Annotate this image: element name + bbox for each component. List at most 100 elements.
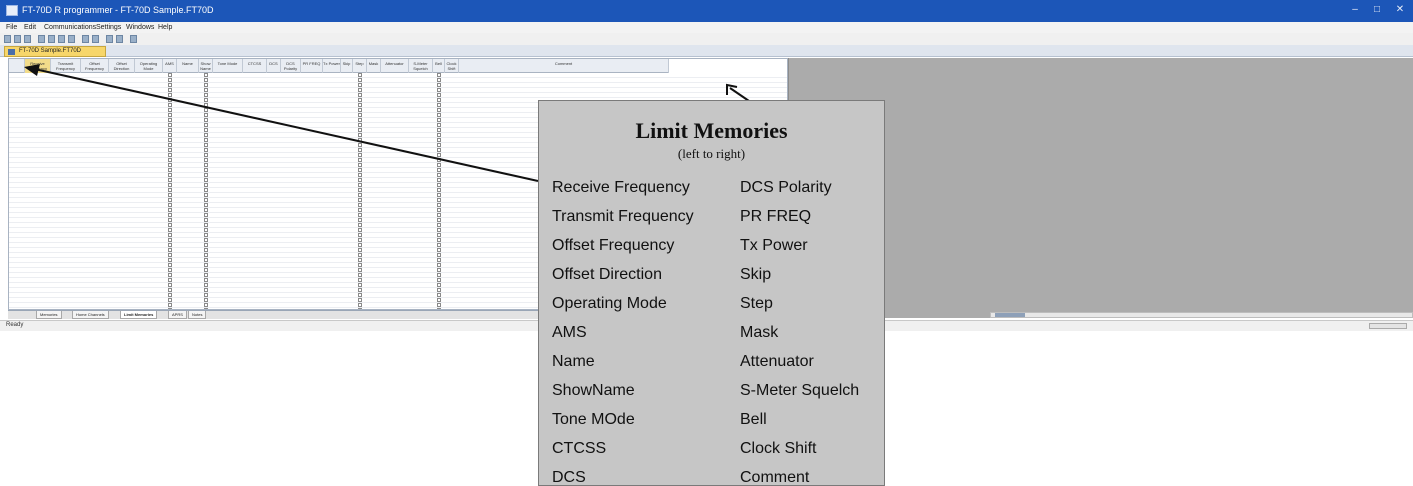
replace-icon[interactable] — [116, 35, 123, 43]
row-checkbox[interactable] — [168, 193, 172, 197]
row-checkbox[interactable] — [204, 248, 208, 252]
row-checkbox[interactable] — [204, 78, 208, 82]
row-checkbox[interactable] — [358, 178, 362, 182]
row-checkbox[interactable] — [168, 303, 172, 307]
column-header[interactable]: Offset Direction — [109, 59, 135, 73]
row-checkbox[interactable] — [168, 143, 172, 147]
row-checkbox[interactable] — [437, 213, 441, 217]
row-checkbox[interactable] — [358, 203, 362, 207]
menu-edit[interactable]: Edit — [24, 22, 36, 33]
row-checkbox[interactable] — [358, 283, 362, 287]
row-checkbox[interactable] — [204, 253, 208, 257]
row-checkbox[interactable] — [437, 288, 441, 292]
row-checkbox[interactable] — [168, 298, 172, 302]
sheet-tab-notes[interactable]: Notes — [188, 311, 207, 319]
row-checkbox[interactable] — [168, 213, 172, 217]
row-checkbox[interactable] — [168, 173, 172, 177]
row-checkbox[interactable] — [358, 293, 362, 297]
row-checkbox[interactable] — [168, 128, 172, 132]
row-checkbox[interactable] — [358, 103, 362, 107]
row-checkbox[interactable] — [437, 168, 441, 172]
row-checkbox[interactable] — [168, 178, 172, 182]
row-checkbox[interactable] — [358, 243, 362, 247]
row-checkbox[interactable] — [168, 153, 172, 157]
row-checkbox[interactable] — [437, 133, 441, 137]
row-checkbox[interactable] — [168, 203, 172, 207]
find-icon[interactable] — [106, 35, 113, 43]
row-checkbox[interactable] — [437, 223, 441, 227]
row-checkbox[interactable] — [437, 143, 441, 147]
row-checkbox[interactable] — [168, 283, 172, 287]
row-checkbox[interactable] — [204, 133, 208, 137]
row-checkbox[interactable] — [204, 258, 208, 262]
row-checkbox[interactable] — [204, 93, 208, 97]
row-checkbox[interactable] — [204, 168, 208, 172]
row-checkbox[interactable] — [358, 88, 362, 92]
row-checkbox[interactable] — [204, 268, 208, 272]
row-checkbox[interactable] — [204, 233, 208, 237]
row-checkbox[interactable] — [358, 258, 362, 262]
row-checkbox[interactable] — [437, 183, 441, 187]
row-checkbox[interactable] — [168, 253, 172, 257]
row-checkbox[interactable] — [168, 133, 172, 137]
row-checkbox[interactable] — [358, 183, 362, 187]
row-checkbox[interactable] — [168, 123, 172, 127]
row-checkbox[interactable] — [168, 188, 172, 192]
row-checkbox[interactable] — [204, 153, 208, 157]
row-checkbox[interactable] — [204, 273, 208, 277]
row-checkbox[interactable] — [204, 213, 208, 217]
row-checkbox[interactable] — [168, 158, 172, 162]
row-checkbox[interactable] — [204, 98, 208, 102]
row-checkbox[interactable] — [168, 108, 172, 112]
row-checkbox[interactable] — [168, 183, 172, 187]
row-checkbox[interactable] — [168, 118, 172, 122]
row-checkbox[interactable] — [204, 118, 208, 122]
row-checkbox[interactable] — [437, 248, 441, 252]
row-checkbox[interactable] — [168, 148, 172, 152]
row-checkbox[interactable] — [204, 203, 208, 207]
row-checkbox[interactable] — [437, 173, 441, 177]
row-checkbox[interactable] — [358, 148, 362, 152]
row-checkbox[interactable] — [358, 208, 362, 212]
new-file-icon[interactable] — [4, 35, 11, 43]
row-checkbox[interactable] — [437, 283, 441, 287]
column-header[interactable]: Step — [353, 59, 367, 73]
scrollbar-thumb[interactable] — [995, 313, 1025, 317]
row-checkbox[interactable] — [437, 293, 441, 297]
row-checkbox[interactable] — [358, 268, 362, 272]
row-checkbox[interactable] — [437, 208, 441, 212]
menu-help[interactable]: Help — [158, 22, 172, 33]
row-checkbox[interactable] — [168, 103, 172, 107]
row-checkbox[interactable] — [168, 228, 172, 232]
row-checkbox[interactable] — [204, 293, 208, 297]
row-checkbox[interactable] — [168, 218, 172, 222]
column-header[interactable]: DCS — [267, 59, 281, 73]
row-checkbox[interactable] — [358, 163, 362, 167]
menu-windows[interactable]: Windows — [126, 22, 154, 33]
write-radio-icon[interactable] — [92, 35, 99, 43]
row-checkbox[interactable] — [437, 103, 441, 107]
row-checkbox[interactable] — [437, 128, 441, 132]
row-checkbox[interactable] — [204, 143, 208, 147]
column-header[interactable]: Bell — [433, 59, 445, 73]
row-checkbox[interactable] — [358, 123, 362, 127]
row-checkbox[interactable] — [358, 233, 362, 237]
column-header[interactable]: Skip — [341, 59, 353, 73]
row-checkbox[interactable] — [437, 113, 441, 117]
row-checkbox[interactable] — [437, 228, 441, 232]
menu-communications[interactable]: Communications — [44, 22, 96, 33]
row-checkbox[interactable] — [204, 148, 208, 152]
horizontal-scrollbar[interactable] — [990, 312, 1413, 318]
row-checkbox[interactable] — [358, 263, 362, 267]
row-checkbox[interactable] — [358, 83, 362, 87]
row-checkbox[interactable] — [358, 138, 362, 142]
row-checkbox[interactable] — [358, 118, 362, 122]
paste-icon[interactable] — [58, 35, 65, 43]
row-checkbox[interactable] — [204, 298, 208, 302]
row-checkbox[interactable] — [437, 273, 441, 277]
column-header[interactable]: PR FREQ — [301, 59, 323, 73]
row-checkbox[interactable] — [437, 78, 441, 82]
row-checkbox[interactable] — [437, 233, 441, 237]
column-header[interactable]: Clock Shift — [445, 59, 459, 73]
row-checkbox[interactable] — [168, 258, 172, 262]
